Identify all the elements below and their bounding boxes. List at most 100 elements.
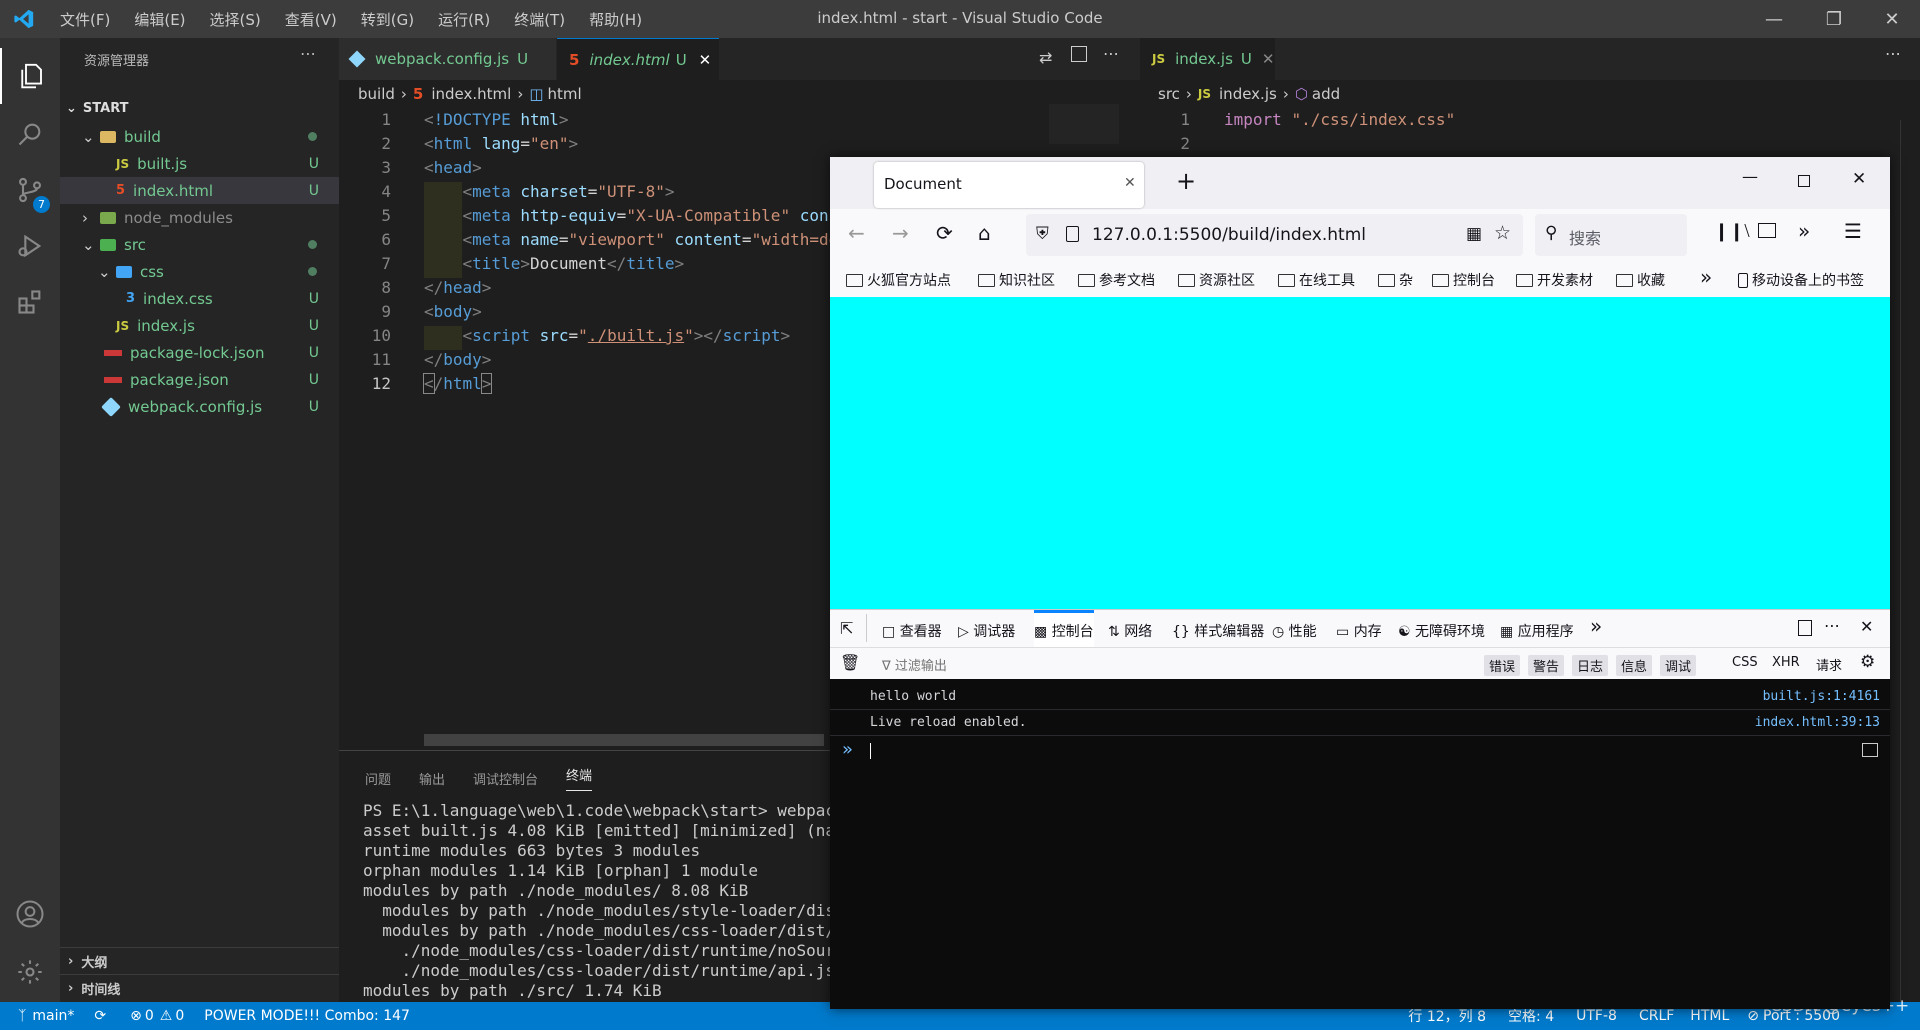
menu-file[interactable]: 文件(F) — [60, 9, 110, 30]
sync-icon[interactable]: ⟳ — [94, 1008, 106, 1024]
breadcrumb-item[interactable]: build — [358, 85, 395, 103]
close-tab-icon[interactable]: ✕ — [1124, 175, 1136, 191]
tab-debug-console[interactable]: 调试控制台 — [473, 769, 538, 788]
source-control-icon[interactable]: 7 — [0, 162, 60, 218]
menu-terminal[interactable]: 终端(T) — [514, 9, 565, 30]
filter-requests[interactable]: 请求 — [1816, 655, 1842, 674]
tab-webpack-config[interactable]: webpack.config.js U — [339, 38, 556, 80]
breadcrumb-item[interactable]: index.html — [431, 85, 511, 103]
browser-tab[interactable]: Document ✕ — [874, 162, 1144, 208]
tab-performance[interactable]: ◷ 性能 — [1272, 621, 1317, 641]
filter-errors[interactable]: 错误 — [1484, 655, 1521, 676]
bookmark-item[interactable]: 开发素材 — [1516, 270, 1593, 290]
more-actions-icon[interactable]: ⋯ — [300, 44, 316, 63]
error-count[interactable]: 0 — [145, 1008, 154, 1024]
page-info-icon[interactable] — [1066, 226, 1079, 242]
tab-network[interactable]: ⇅ 网络 — [1108, 621, 1152, 641]
more-actions-icon[interactable]: ⋯ — [1885, 44, 1901, 63]
minimize-button[interactable]: — — [1742, 167, 1758, 186]
close-browser-button[interactable]: ✕ — [1852, 169, 1866, 189]
tab-inspector[interactable]: □ 查看器 — [882, 621, 942, 641]
filter-warnings[interactable]: 警告 — [1528, 655, 1565, 676]
explorer-icon[interactable] — [0, 48, 60, 104]
bookmark-item[interactable]: 杂 — [1378, 270, 1413, 290]
dock-side-icon[interactable] — [1798, 620, 1812, 636]
back-icon[interactable]: ← — [848, 221, 865, 245]
run-debug-icon[interactable] — [0, 218, 60, 274]
menu-help[interactable]: 帮助(H) — [589, 9, 642, 30]
tree-item-build[interactable]: ⌄ build — [60, 123, 339, 150]
tab-terminal[interactable]: 终端 — [566, 765, 593, 791]
filter-info[interactable]: 信息 — [1616, 655, 1653, 676]
language-mode[interactable]: HTML — [1690, 1008, 1729, 1024]
library-icon[interactable]: ❙❙⧵ — [1714, 221, 1750, 242]
console-input[interactable] — [870, 743, 871, 759]
tab-index-html[interactable]: 5 index.html U ✕ — [557, 38, 719, 80]
search-icon[interactable] — [0, 106, 60, 162]
tree-item-webpack-config[interactable]: webpack.config.js U — [60, 393, 339, 420]
workspace-root[interactable]: ⌄ START — [60, 95, 339, 122]
tab-memory[interactable]: ▭ 内存 — [1336, 621, 1382, 641]
tab-application[interactable]: ▦ 应用程序 — [1500, 621, 1574, 641]
timeline-section[interactable]: › 时间线 — [60, 974, 339, 1001]
tab-debugger[interactable]: ▷ 调试器 — [958, 621, 1015, 641]
new-tab-icon[interactable]: + — [1176, 167, 1196, 195]
maximize-button[interactable] — [1798, 175, 1810, 187]
bookmark-item[interactable]: 控制台 — [1432, 270, 1495, 290]
tree-item-css[interactable]: ⌄ css — [60, 258, 339, 285]
qr-code-icon[interactable]: ▦ — [1466, 224, 1482, 244]
menu-edit[interactable]: 编辑(E) — [134, 9, 185, 30]
overflow-chevron-icon[interactable]: » — [1590, 614, 1602, 638]
close-tab-icon[interactable]: ✕ — [699, 51, 712, 69]
minimap[interactable] — [1049, 104, 1119, 144]
settings-gear-icon[interactable]: ⚙ — [1860, 652, 1875, 672]
tab-problems[interactable]: 问题 — [365, 769, 391, 788]
breadcrumb-item[interactable]: src — [1158, 85, 1180, 103]
reload-icon[interactable]: ⟳ — [936, 221, 953, 245]
bookmark-item[interactable]: 知识社区 — [978, 270, 1055, 290]
editor-mode-icon[interactable] — [1862, 743, 1878, 757]
home-icon[interactable]: ⌂ — [978, 221, 991, 245]
more-actions-icon[interactable]: ⋯ — [1103, 44, 1119, 63]
indentation[interactable]: 空格: 4 — [1508, 1006, 1554, 1026]
tab-style-editor[interactable]: {} 样式编辑器 — [1172, 621, 1264, 641]
forward-icon[interactable]: → — [892, 221, 909, 245]
tree-item-package-lock[interactable]: package-lock.json U — [60, 339, 339, 366]
bookmark-item[interactable]: 参考文档 — [1078, 270, 1155, 290]
vertical-scrollbar[interactable] — [1900, 120, 1914, 1020]
trash-icon[interactable]: 🗑 — [840, 653, 860, 672]
restore-button[interactable]: ❐ — [1806, 0, 1862, 38]
tab-console[interactable]: ▩ 控制台 — [1034, 610, 1094, 648]
filter-input[interactable]: ∇ 过滤输出 — [882, 655, 947, 674]
filter-css[interactable]: CSS — [1732, 655, 1758, 670]
bookmark-item[interactable]: 火狐官方站点 — [846, 270, 951, 290]
breadcrumb-item[interactable]: html — [548, 85, 582, 103]
search-box[interactable]: ⚲ 搜索 — [1535, 214, 1687, 256]
close-window-button[interactable]: ✕ — [1864, 0, 1920, 38]
overflow-chevron-icon[interactable]: » — [1798, 219, 1810, 243]
line-ending[interactable]: CRLF — [1639, 1008, 1674, 1024]
tree-item-index-html[interactable]: 5 index.html U — [60, 177, 339, 204]
tree-item-index-css[interactable]: 3 index.css U — [60, 285, 339, 312]
tree-item-src[interactable]: ⌄ src — [60, 231, 339, 258]
outline-section[interactable]: › 大纲 — [60, 947, 339, 974]
extensions-icon[interactable] — [0, 274, 60, 330]
account-icon[interactable] — [0, 886, 60, 942]
minimize-button[interactable]: — — [1746, 0, 1802, 38]
encoding[interactable]: UTF-8 — [1576, 1008, 1617, 1024]
breadcrumb-item[interactable]: add — [1312, 85, 1340, 103]
split-editor-icon[interactable] — [1071, 46, 1087, 62]
tab-output[interactable]: 输出 — [419, 769, 445, 788]
tree-item-package-json[interactable]: package.json U — [60, 366, 339, 393]
menu-selection[interactable]: 选择(S) — [210, 9, 261, 30]
console-source-link[interactable]: index.html:39:13 — [1755, 715, 1880, 730]
bookmark-star-icon[interactable]: ☆ — [1494, 222, 1511, 244]
warning-count[interactable]: 0 — [175, 1008, 184, 1024]
git-branch[interactable]: main* — [32, 1008, 74, 1024]
hamburger-menu-icon[interactable]: ☰ — [1844, 219, 1862, 243]
cursor-position[interactable]: 行 12，列 8 — [1408, 1006, 1486, 1026]
tab-index-js[interactable]: JS index.js U ✕ — [1140, 38, 1275, 80]
bookmark-item[interactable]: 资源社区 — [1178, 270, 1255, 290]
bookmark-item[interactable]: 在线工具 — [1278, 270, 1355, 290]
menu-view[interactable]: 查看(V) — [285, 9, 337, 30]
